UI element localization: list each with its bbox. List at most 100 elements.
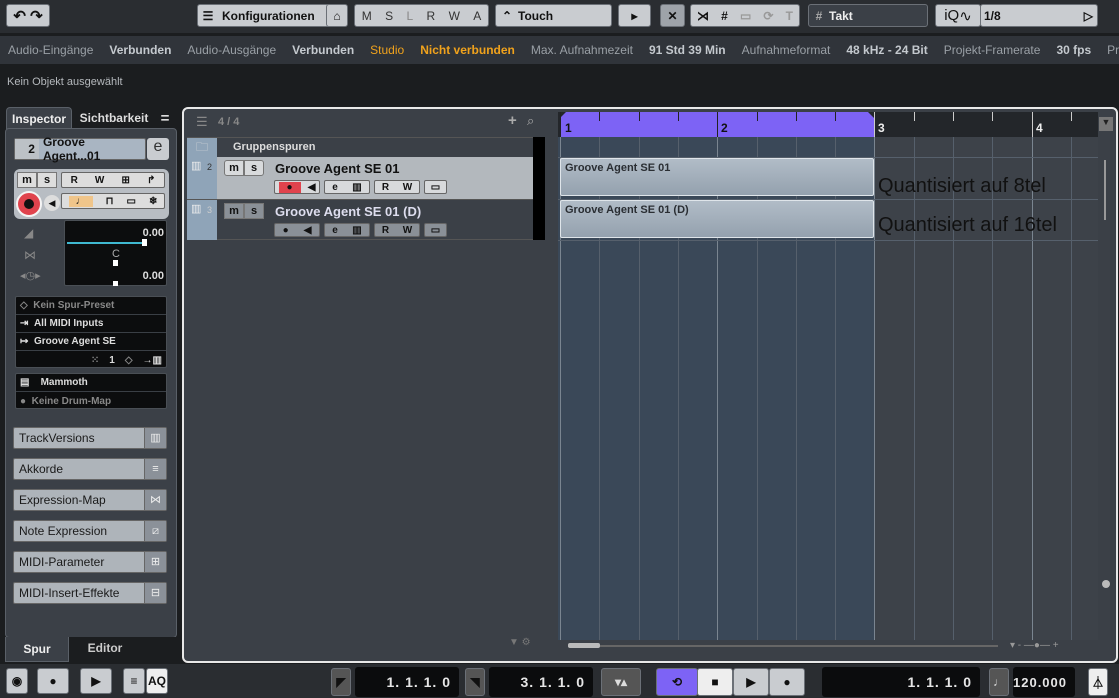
status-value[interactable]: 48 kHz - 24 Bit (838, 43, 935, 57)
mute-button[interactable]: m (17, 172, 37, 188)
time-icon[interactable]: ◉ (6, 668, 28, 694)
midi-input-row[interactable]: ⇥ All MIDI Inputs (16, 315, 166, 333)
undo-icon[interactable]: ↶ (13, 7, 26, 25)
read-button[interactable]: R (427, 9, 436, 23)
track-row[interactable]: ▥ 3 m s Groove Agent SE 01 (D) ● ◀ e ▥ RW … (187, 199, 533, 240)
tab-visibility[interactable]: Sichtbarkeit (76, 107, 152, 129)
solo-button[interactable]: s (244, 160, 264, 176)
collapse-icon[interactable]: ▼ ⚙ (509, 637, 531, 648)
status-value[interactable]: 30 fps (1048, 43, 1099, 57)
mute-button[interactable]: m (224, 203, 244, 219)
record-mode-button[interactable]: ● (37, 668, 69, 694)
undo-redo-buttons[interactable]: ↶ ↷ (6, 4, 50, 27)
lanes-button[interactable]: ▭ (424, 180, 447, 194)
locator-nav-buttons[interactable]: ▾▴ (601, 668, 641, 696)
configurations-button[interactable]: ☰Konfigurationen▼ (197, 4, 342, 27)
snap-buttons[interactable]: ⋊ # ▭ ⟳ T (690, 4, 800, 27)
pan-value[interactable]: C (112, 248, 120, 260)
solo-button[interactable]: s (244, 203, 264, 219)
tempo-icon[interactable]: ♩ (989, 668, 1009, 696)
solo-all-button[interactable]: S (385, 9, 393, 23)
status-value[interactable]: Nicht verbunden (412, 43, 523, 57)
record-monitor-buttons[interactable]: ● ◀ (274, 180, 320, 194)
mute-button[interactable]: m (224, 160, 244, 176)
automation-button[interactable]: A (473, 9, 481, 23)
folder-track[interactable]: 🗀 Gruppenspuren (187, 137, 533, 158)
track-option-buttons[interactable]: ♩ ⊓ ▭ ❄ (61, 193, 165, 209)
iq-button[interactable]: iQ ∿ (935, 4, 981, 27)
metronome-icon[interactable]: ⏃ (1088, 668, 1108, 696)
midi-output-row[interactable]: ↦ Groove Agent SE (16, 333, 166, 351)
horizontal-scrollbar[interactable] (568, 643, 998, 648)
position-display[interactable]: 1. 1. 1. 0 (822, 667, 980, 697)
edit-buttons[interactable]: e ▥ (324, 223, 370, 237)
status-value[interactable]: Verbunden (101, 43, 179, 57)
section-note-expression[interactable]: Note Expression ⧄ (13, 520, 167, 542)
tab-editor[interactable]: Editor (75, 641, 135, 655)
msl-rwa-buttons[interactable]: MSLRWA (354, 4, 489, 27)
section-trackversions[interactable]: TrackVersions ▥ (13, 427, 167, 449)
delay-slider[interactable] (113, 281, 118, 286)
listen-button[interactable]: L (406, 9, 413, 23)
record-monitor-buttons[interactable]: ● ◀ (274, 223, 320, 237)
monitor-button[interactable]: ◀ (44, 195, 60, 211)
home-icon[interactable]: ⌂ (326, 4, 348, 27)
read-write-buttons[interactable]: RW (374, 223, 420, 237)
track-name[interactable]: Groove Agent SE 01 (275, 161, 400, 176)
status-value[interactable]: Verbunden (284, 43, 362, 57)
play-button[interactable]: ▶ (733, 668, 769, 696)
snap-icon[interactable]: ⋊ (697, 9, 709, 23)
mute-all-button[interactable]: M (362, 9, 372, 23)
section-midi-inserts[interactable]: MIDI-Insert-Effekte ⊟ (13, 582, 167, 604)
vertical-zoom-slider[interactable] (1104, 160, 1106, 220)
solo-button[interactable]: s (37, 172, 57, 188)
redo-icon[interactable]: ↷ (30, 7, 43, 25)
right-locator-display[interactable]: 3. 1. 1. 0 (489, 667, 593, 697)
pan-slider[interactable] (113, 260, 118, 266)
tab-inspector[interactable]: Inspector (6, 107, 72, 129)
delay-value[interactable]: 0.00 (143, 270, 164, 282)
section-expression-map[interactable]: Expression-Map ⋈ (13, 489, 167, 511)
lanes-button[interactable]: ▭ (424, 223, 447, 237)
right-locator-icon[interactable]: ◥ (465, 668, 485, 696)
volume-slider[interactable] (67, 242, 143, 244)
tempo-display[interactable]: 120.000 (1013, 667, 1075, 697)
midi-channel-row[interactable]: ⁙ 1 ◇ →▥ (16, 351, 166, 369)
section-chords[interactable]: Akkorde ≡ (13, 458, 167, 480)
midi-event[interactable]: Groove Agent SE 01 (D) (560, 200, 874, 238)
volume-value[interactable]: 0.00 (143, 227, 164, 239)
add-track-icon[interactable]: + (508, 112, 517, 129)
record-button[interactable]: ● (769, 668, 805, 696)
horizontal-zoom-slider[interactable]: ▾ - —●— + (1010, 640, 1059, 651)
drum-kit-row[interactable]: ▤ Mammoth (16, 374, 166, 392)
stop-button[interactable]: ■ (697, 668, 733, 696)
read-write-buttons[interactable]: RW (374, 180, 420, 194)
search-icon[interactable]: ⌕ (527, 113, 534, 129)
edit-buttons[interactable]: e ▥ (324, 180, 370, 194)
zoom-handle[interactable] (1102, 580, 1110, 588)
cycle-button[interactable]: ⟲ (656, 668, 698, 696)
grid-icon[interactable]: # (721, 9, 728, 23)
track-row[interactable]: ▥ 2 m s Groove Agent SE 01 ● ◀ e ▥ RW ▭ (187, 157, 533, 199)
record-enable-button[interactable] (16, 191, 42, 217)
quantize-select[interactable]: 1/8 ▷ (980, 4, 1098, 27)
drum-map-row[interactable]: ● Keine Drum-Map (16, 392, 166, 410)
track-name[interactable]: Groove Agent SE 01 (D) (275, 204, 421, 219)
automation-mode-select[interactable]: ⌃ Touch (495, 4, 612, 27)
left-locator-display[interactable]: 1. 1. 1. 0 (355, 667, 459, 697)
snap-crossing-button[interactable]: ✕ (660, 4, 685, 27)
left-locator-icon[interactable]: ◤ (331, 668, 351, 696)
tab-track[interactable]: Spur (5, 637, 69, 662)
ruler-menu-icon[interactable]: ▼ (1099, 117, 1113, 131)
autoscroll-button[interactable]: ▸ (618, 4, 651, 27)
inspector-menu-button[interactable]: = (155, 107, 175, 129)
rw-buttons[interactable]: R W ⊞ ↱ (61, 172, 165, 188)
status-value[interactable]: 91 Std 39 Min (641, 43, 734, 57)
write-button[interactable]: W (449, 9, 460, 23)
auto-quantize-button[interactable]: AQ (146, 668, 168, 694)
cycle-record-button[interactable]: ▶ (80, 668, 112, 694)
punch-button[interactable]: ≡ (123, 668, 145, 694)
track-preset-row[interactable]: ◇ Kein Spur-Preset (16, 297, 166, 315)
section-midi-parameters[interactable]: MIDI-Parameter ⊞ (13, 551, 167, 573)
track-name-field[interactable]: 2 Groove Agent...01 (14, 135, 146, 163)
